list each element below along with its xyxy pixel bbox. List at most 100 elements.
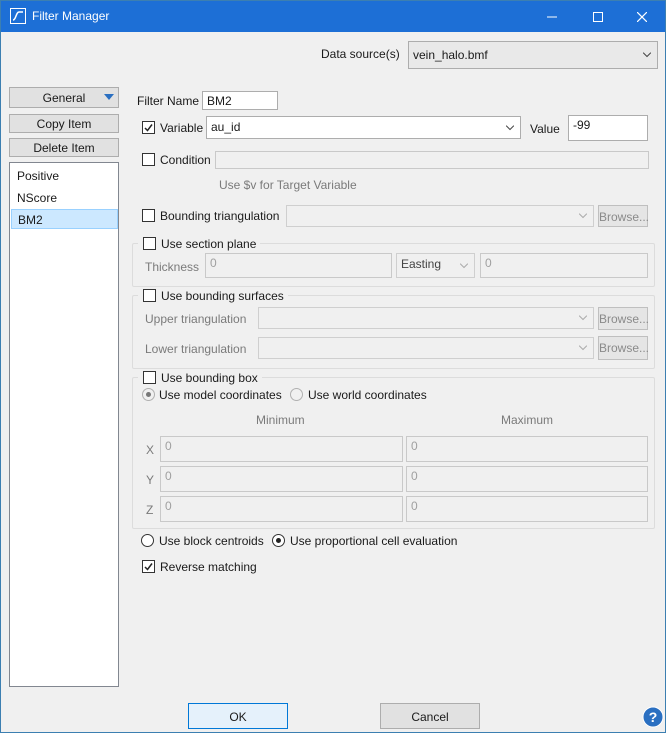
close-icon (637, 11, 647, 22)
list-item-selected[interactable]: BM2 (11, 209, 118, 229)
bounding-surfaces-label: Use bounding surfaces (161, 289, 284, 303)
svg-text:?: ? (649, 709, 658, 725)
z-min-input[interactable]: 0 (160, 496, 403, 522)
browse-triangulation-button[interactable]: Browse... (598, 205, 650, 227)
variable-label: Variable (160, 121, 204, 135)
bounding-box-checkbox[interactable] (143, 371, 156, 384)
bounding-surfaces-checkbox[interactable] (143, 289, 156, 302)
world-coords-radio[interactable] (290, 388, 303, 401)
general-dropdown-button[interactable]: General (9, 87, 119, 108)
x-axis-label: X (146, 443, 155, 457)
thickness-label: Thickness (145, 260, 200, 274)
ok-label: OK (229, 710, 247, 724)
section-offset-value: 0 (485, 256, 492, 270)
condition-checkbox[interactable] (142, 153, 155, 166)
browse-label: Browse... (599, 312, 650, 326)
browse-label: Browse... (599, 210, 650, 224)
direction-value: Easting (401, 257, 442, 271)
data-source-select[interactable]: vein_halo.bmf (408, 41, 658, 69)
minimize-button[interactable] (529, 1, 575, 32)
thickness-input[interactable]: 0 (205, 253, 392, 278)
list-item-label: BM2 (18, 213, 43, 227)
y-axis-label: Y (146, 473, 155, 487)
y-max-value: 0 (411, 469, 418, 483)
list-item-label: NScore (17, 191, 58, 205)
filter-name-value: BM2 (207, 94, 232, 108)
list-item[interactable]: Positive (11, 166, 118, 186)
value-value: -99 (573, 118, 591, 132)
section-plane-checkbox[interactable] (143, 237, 156, 250)
world-coords-label: Use world coordinates (308, 388, 427, 402)
condition-hint: Use $v for Target Variable (219, 178, 357, 192)
filter-name-input[interactable]: BM2 (202, 91, 278, 110)
value-label: Value (530, 122, 560, 136)
variable-value: au_id (211, 120, 241, 134)
filter-manager-window: Filter Manager Data source(s) vein_halo.… (0, 0, 666, 733)
cancel-label: Cancel (411, 710, 449, 724)
checkmark-icon (144, 563, 153, 571)
checkmark-icon (144, 124, 153, 132)
cancel-button[interactable]: Cancel (380, 703, 480, 729)
chevron-down-icon (506, 125, 514, 130)
section-offset-input[interactable]: 0 (480, 253, 648, 278)
data-source-label: Data source(s) (321, 47, 400, 61)
title-bar: Filter Manager (1, 1, 665, 32)
general-label: General (42, 91, 86, 105)
minimum-header: Minimum (256, 413, 305, 427)
y-min-input[interactable]: 0 (160, 466, 403, 492)
condition-input[interactable] (215, 151, 649, 169)
z-max-input[interactable]: 0 (406, 496, 648, 522)
x-max-value: 0 (411, 439, 418, 453)
lower-triangulation-select[interactable] (258, 337, 594, 359)
chevron-down-icon (579, 213, 587, 219)
triangle-down-icon (104, 94, 114, 100)
x-min-input[interactable]: 0 (160, 436, 403, 462)
upper-triangulation-label: Upper triangulation (145, 312, 247, 326)
z-min-value: 0 (165, 499, 172, 513)
ok-button[interactable]: OK (188, 703, 288, 729)
delete-item-label: Delete Item (33, 141, 95, 155)
filter-list[interactable]: Positive NScore BM2 (9, 162, 119, 687)
lower-triangulation-label: Lower triangulation (145, 342, 247, 356)
bounding-triangulation-select[interactable] (286, 205, 594, 227)
chevron-down-icon (579, 345, 587, 351)
app-icon (10, 8, 26, 24)
section-plane-label: Use section plane (161, 237, 257, 251)
model-coords-radio[interactable] (142, 388, 155, 401)
block-centroids-radio[interactable] (141, 534, 154, 547)
proportional-evaluation-radio[interactable] (272, 534, 285, 547)
thickness-value: 0 (210, 256, 217, 270)
data-source-value: vein_halo.bmf (413, 48, 488, 62)
list-item[interactable]: NScore (11, 188, 118, 208)
chevron-down-icon (579, 315, 587, 321)
close-button[interactable] (619, 1, 665, 32)
minimize-icon (547, 16, 557, 17)
browse-lower-button[interactable]: Browse... (598, 336, 649, 360)
delete-item-button[interactable]: Delete Item (9, 138, 119, 157)
y-max-input[interactable]: 0 (406, 466, 648, 492)
variable-select[interactable]: au_id (206, 116, 521, 139)
maximum-header: Maximum (501, 413, 554, 427)
value-input[interactable]: -99 (568, 115, 648, 141)
filter-name-label: Filter Name (137, 94, 200, 108)
z-max-value: 0 (411, 499, 418, 513)
y-min-value: 0 (165, 469, 172, 483)
direction-select[interactable]: Easting (396, 253, 475, 278)
x-max-input[interactable]: 0 (406, 436, 648, 462)
help-icon[interactable]: ? (642, 706, 664, 728)
maximize-icon (593, 11, 603, 22)
reverse-matching-label: Reverse matching (160, 560, 257, 574)
bounding-triangulation-checkbox[interactable] (142, 209, 155, 222)
proportional-evaluation-label: Use proportional cell evaluation (290, 534, 458, 548)
window-title: Filter Manager (32, 9, 110, 23)
maximize-button[interactable] (575, 1, 621, 32)
upper-triangulation-select[interactable] (258, 307, 594, 329)
condition-label: Condition (160, 153, 211, 167)
variable-checkbox[interactable] (142, 121, 155, 134)
reverse-matching-checkbox[interactable] (142, 560, 155, 573)
z-axis-label: Z (146, 503, 154, 517)
browse-upper-button[interactable]: Browse... (598, 307, 650, 330)
copy-item-button[interactable]: Copy Item (9, 114, 119, 133)
block-centroids-label: Use block centroids (159, 534, 264, 548)
model-coords-label: Use model coordinates (159, 388, 282, 402)
